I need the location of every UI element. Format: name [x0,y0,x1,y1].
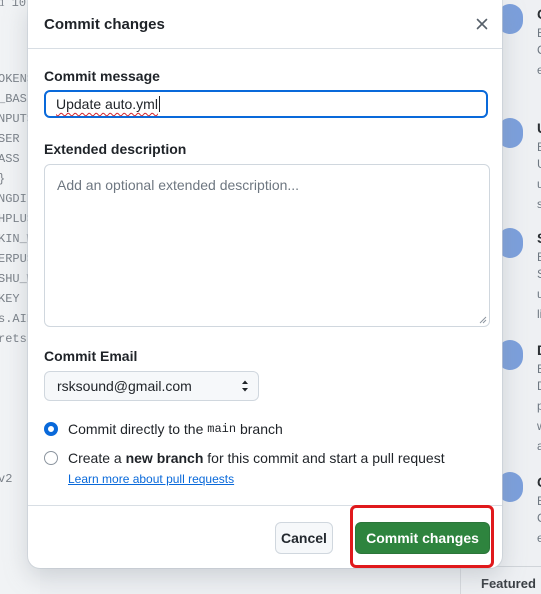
learn-more-link[interactable]: Learn more about pull requests [68,472,234,486]
extended-description-label: Extended description [44,141,187,157]
radio-checked-icon[interactable] [44,422,58,436]
close-icon [476,18,488,30]
close-button[interactable] [470,12,494,36]
commit-message-input[interactable]: Update auto.yml [44,90,488,118]
code-line: v2 [0,472,13,486]
code-line: NGDI [0,192,27,206]
commit-directly-option[interactable]: Commit directly to the main branch [44,421,283,437]
commit-message-value: Update auto.yml [56,96,158,112]
cancel-button[interactable]: Cancel [275,522,333,554]
commit-changes-button[interactable]: Commit changes [355,522,490,554]
commit-message-label: Commit message [44,68,160,84]
create-new-branch-option[interactable]: Create a new branch for this commit and … [44,450,445,466]
commit-email-select[interactable]: rsksound@gmail.com [44,371,259,401]
code-line: ᥲ 10 [0,0,27,10]
select-caret-icon [242,380,248,392]
code-line: } [0,172,5,186]
commit-email-label: Commit Email [44,348,138,364]
branch-name: main [207,422,237,436]
resize-grip-icon[interactable] [479,316,487,324]
radio-unchecked-icon[interactable] [44,451,58,465]
commit-changes-dialog: Commit changes Commit message Update aut… [28,0,502,568]
text-cursor [158,96,160,112]
dialog-title: Commit changes [44,16,165,33]
extended-description-textarea[interactable]: Add an optional extended description... [44,164,490,327]
featured-heading: Featured [481,576,536,591]
extended-description-placeholder: Add an optional extended description... [57,177,300,193]
dialog-header: Commit changes [28,0,502,49]
commit-email-value: rsksound@gmail.com [57,378,192,394]
